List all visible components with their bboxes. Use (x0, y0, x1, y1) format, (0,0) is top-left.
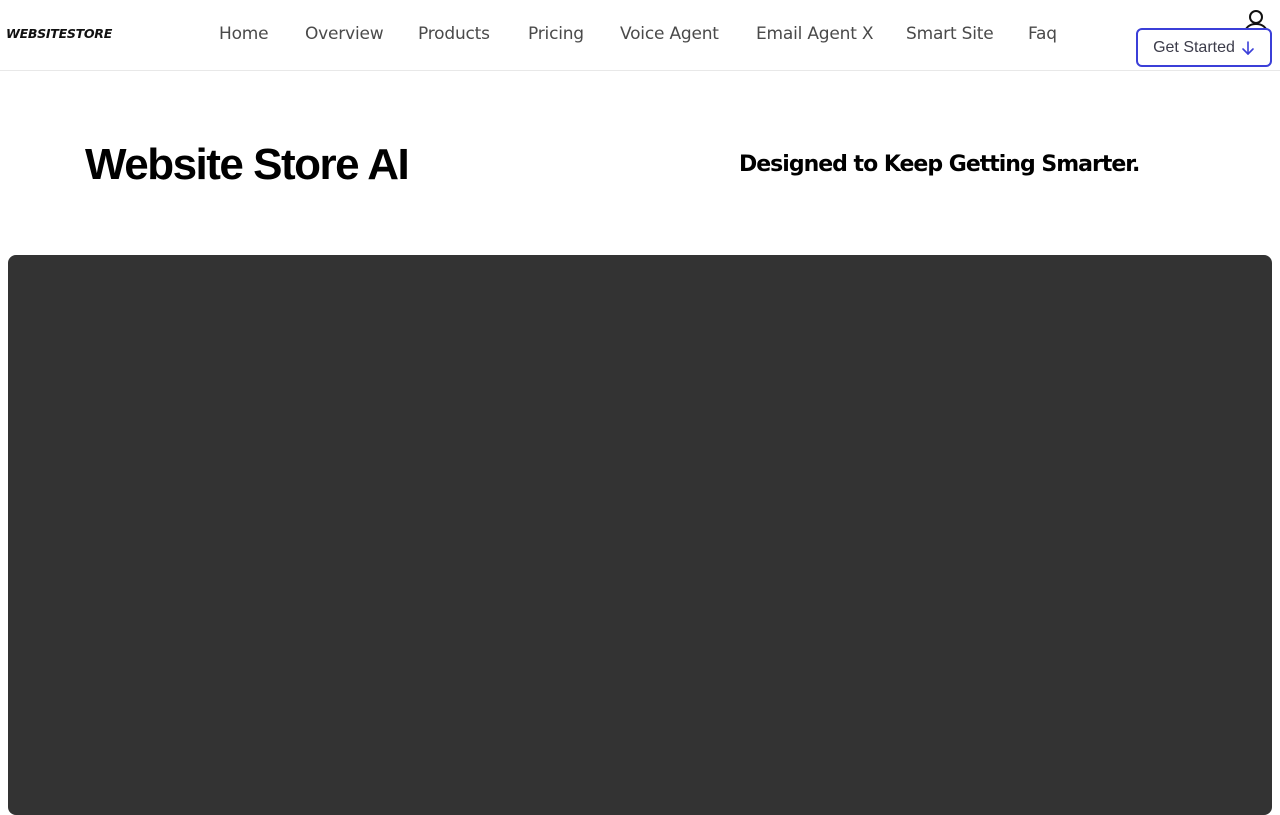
hero-title: Website Store AI (85, 140, 410, 189)
site-header: WEBSITESTORE Home Overview Products Pric… (0, 0, 1280, 71)
main-nav: Home Overview Products Pricing Voice Age… (0, 0, 1280, 71)
nav-email-agent-x[interactable]: Email Agent X (756, 24, 874, 44)
nav-faq[interactable]: Faq (1028, 24, 1057, 44)
nav-overview[interactable]: Overview (305, 24, 384, 44)
hero-media-panel (8, 255, 1272, 815)
nav-products[interactable]: Products (418, 24, 490, 44)
get-started-button[interactable]: Get Started (1136, 28, 1272, 67)
arrow-down-icon (1241, 40, 1255, 56)
get-started-label: Get Started (1153, 38, 1235, 56)
nav-home[interactable]: Home (219, 24, 269, 44)
nav-pricing[interactable]: Pricing (528, 24, 584, 44)
nav-smart-site[interactable]: Smart Site (906, 24, 994, 44)
nav-voice-agent[interactable]: Voice Agent (620, 24, 719, 44)
hero-tagline: Designed to Keep Getting Smarter. (739, 152, 1140, 177)
